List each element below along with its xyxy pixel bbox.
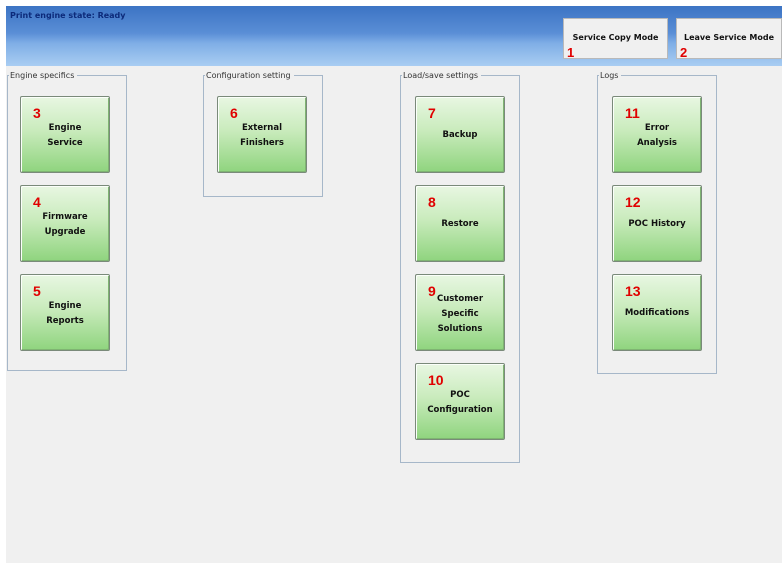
backup-button[interactable]: 7 Backup <box>415 96 505 173</box>
error-analysis-button[interactable]: 11 Error Analysis <box>612 96 702 173</box>
error-analysis-label: Error Analysis <box>637 123 677 148</box>
configuration-setting-title: Configuration setting <box>205 70 294 81</box>
external-finishers-label: External Finishers <box>240 123 284 148</box>
modifications-label: Modifications <box>624 308 690 318</box>
poc-history-label: POC History <box>628 219 686 229</box>
backup-label: Backup <box>442 130 478 140</box>
poc-configuration-button[interactable]: 10 POC Configuration <box>415 363 505 440</box>
engine-specifics-title: Engine specifics <box>9 70 78 81</box>
callout-number: 2 <box>680 45 688 60</box>
load-save-settings-title: Load/save settings <box>402 70 482 81</box>
callout-number: 10 <box>428 372 444 388</box>
restore-button[interactable]: 8 Restore <box>415 185 505 262</box>
load-save-settings-group: Load/save settings 7 Backup 8 Restore 9 … <box>400 70 520 463</box>
leave-service-mode-button[interactable]: Leave Service Mode 2 <box>676 18 782 59</box>
engine-reports-button[interactable]: 5 Engine Reports <box>20 274 110 351</box>
service-copy-mode-button[interactable]: Service Copy Mode 1 <box>563 18 668 59</box>
callout-number: 4 <box>33 194 41 210</box>
restore-label: Restore <box>441 219 479 229</box>
poc-configuration-label: POC Configuration <box>427 390 493 415</box>
service-app: Print engine state: Ready Service Copy M… <box>6 6 782 563</box>
engine-specifics-group: Engine specifics 3 Engine Service 4 Firm… <box>7 70 127 371</box>
leave-service-mode-label: Leave Service Mode <box>684 33 774 42</box>
callout-number: 13 <box>625 283 641 299</box>
callout-number: 1 <box>567 45 575 60</box>
firmware-upgrade-label: Firmware Upgrade <box>42 212 88 237</box>
logs-title: Logs <box>599 70 622 81</box>
configuration-setting-group: Configuration setting 6 External Finishe… <box>203 70 323 197</box>
external-finishers-button[interactable]: 6 External Finishers <box>217 96 307 173</box>
callout-number: 6 <box>230 105 238 121</box>
customer-specific-solutions-button[interactable]: 9 Customer Specific Solutions <box>415 274 505 351</box>
firmware-upgrade-button[interactable]: 4 Firmware Upgrade <box>20 185 110 262</box>
callout-number: 12 <box>625 194 641 210</box>
poc-history-button[interactable]: 12 POC History <box>612 185 702 262</box>
engine-reports-label: Engine Reports <box>46 301 84 326</box>
header-bar: Print engine state: Ready Service Copy M… <box>6 6 782 66</box>
callout-number: 11 <box>625 105 640 121</box>
callout-number: 3 <box>33 105 41 121</box>
callout-number: 5 <box>33 283 41 299</box>
callout-number: 7 <box>428 105 436 121</box>
service-copy-mode-label: Service Copy Mode <box>572 33 659 42</box>
engine-status-text: Print engine state: Ready <box>10 11 126 20</box>
callout-number: 8 <box>428 194 436 210</box>
engine-service-label: Engine Service <box>47 123 83 148</box>
engine-service-button[interactable]: 3 Engine Service <box>20 96 110 173</box>
modifications-button[interactable]: 13 Modifications <box>612 274 702 351</box>
logs-group: Logs 11 Error Analysis 12 POC History 13… <box>597 70 717 374</box>
customer-specific-solutions-label: Customer Specific Solutions <box>436 294 484 334</box>
